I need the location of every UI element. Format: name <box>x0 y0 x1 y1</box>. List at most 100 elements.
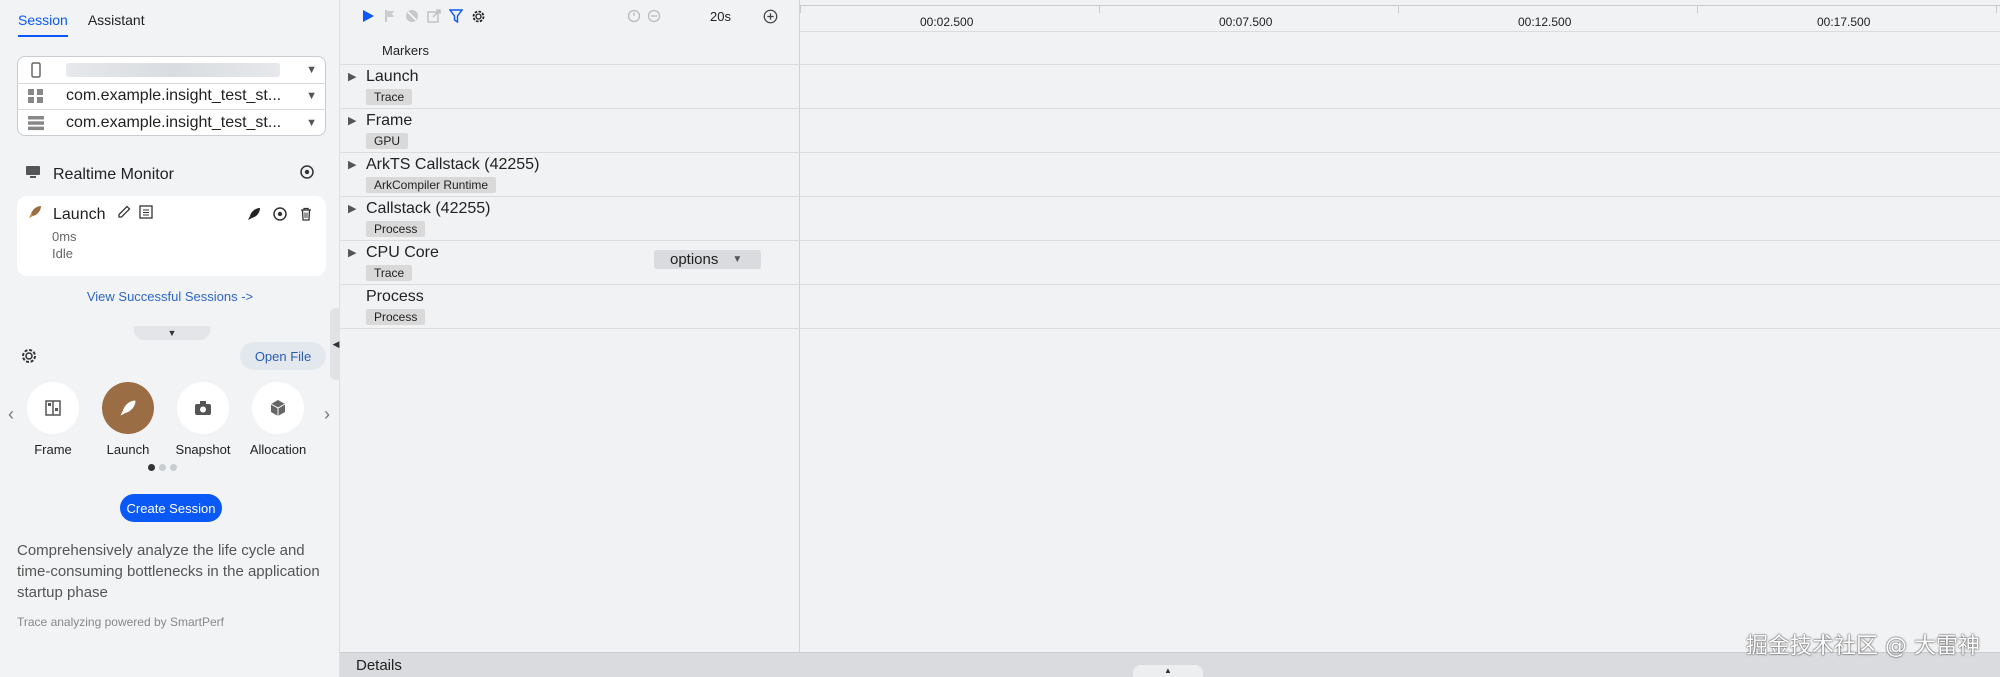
caret-left-icon: ◀ <box>332 338 340 349</box>
rocket-icon <box>27 204 43 225</box>
tool-label: Launch <box>106 442 150 457</box>
realtime-session-card[interactable]: Launch 0ms Idle <box>17 196 326 276</box>
tool-allocation[interactable]: Allocation <box>243 382 313 457</box>
ruler-tick <box>1099 5 1100 13</box>
sidebar: Session Assistant ▼ com.example.insight_… <box>0 0 342 677</box>
realtime-monitor-label: Realtime Monitor <box>53 165 174 183</box>
record-disabled-icon[interactable] <box>404 8 420 24</box>
frame-icon <box>27 382 79 434</box>
track-name: ArkTS Callstack (42255) <box>366 156 540 173</box>
filter-icon[interactable] <box>448 8 464 24</box>
ruler-tick-label: 00:12.500 <box>1518 15 1572 29</box>
open-file-button[interactable]: Open File <box>240 342 326 370</box>
zoom-in-icon[interactable] <box>762 8 778 24</box>
ruler-tick-label: 00:07.500 <box>1219 15 1273 29</box>
chevron-right-icon[interactable]: › <box>324 404 330 425</box>
process-name: com.example.insight_test_st... <box>66 114 282 132</box>
ruler-line <box>800 5 2000 6</box>
sidebar-tabs: Session Assistant <box>0 0 339 40</box>
tool-label: Allocation <box>249 442 307 457</box>
cube-icon <box>252 382 304 434</box>
markers-label: Markers <box>382 43 429 58</box>
carousel-pagination <box>148 464 177 471</box>
realtime-monitor-header: Realtime Monitor <box>25 164 315 185</box>
launch-rocket-icon[interactable] <box>246 206 262 227</box>
ruler-tick <box>800 5 801 13</box>
page-dot[interactable] <box>148 464 155 471</box>
page-dot[interactable] <box>159 464 166 471</box>
caret-up-icon: ▲ <box>1164 666 1172 675</box>
create-session-button[interactable]: Create Session <box>120 494 222 522</box>
export-icon[interactable] <box>426 8 442 24</box>
track-cpu-core[interactable]: ▶ CPU Core Trace options ▼ <box>340 241 2000 285</box>
app-select[interactable]: com.example.insight_test_st... ▼ <box>18 84 325 111</box>
tool-description: Comprehensively analyze the life cycle a… <box>17 542 320 601</box>
session-duration: 0ms <box>52 229 77 244</box>
expand-triangle-icon[interactable]: ▶ <box>348 246 356 259</box>
camera-icon <box>177 382 229 434</box>
expand-triangle-icon[interactable]: ▶ <box>348 70 356 83</box>
tool-label: Snapshot <box>175 442 231 457</box>
device-name-redacted <box>66 62 281 77</box>
details-expand-handle[interactable]: ▲ <box>1133 665 1203 677</box>
chevron-down-icon: ▼ <box>306 117 317 130</box>
chevron-down-icon: ▼ <box>306 63 317 76</box>
app-name: com.example.insight_test_st... <box>66 87 282 105</box>
details-label: Details <box>356 656 402 674</box>
track-process[interactable]: Process Process <box>340 285 2000 329</box>
track-name: CPU Core <box>366 244 439 261</box>
tool-snapshot[interactable]: Snapshot <box>168 382 238 457</box>
cpu-core-options-dropdown[interactable]: options ▼ <box>654 250 761 269</box>
process-list-icon <box>26 114 46 132</box>
zoom-level: 20s <box>710 9 731 24</box>
ruler-tick <box>1398 5 1399 13</box>
time-ruler[interactable]: 00:02.500 00:07.500 00:12.500 00:17.500 <box>800 0 2000 32</box>
edit-icon[interactable] <box>116 204 132 225</box>
zoom-out-icon[interactable] <box>646 8 662 24</box>
settings-gear-icon[interactable] <box>470 8 486 24</box>
chevron-left-icon[interactable]: ‹ <box>8 404 14 425</box>
track-launch[interactable]: ▶ Launch Trace <box>340 65 2000 109</box>
trash-icon[interactable] <box>298 206 314 227</box>
tool-frame[interactable]: Frame <box>18 382 88 457</box>
track-tag: Trace <box>366 265 413 281</box>
panel-resize-handle[interactable]: ▼ <box>134 326 210 340</box>
tool-carousel: ‹ Frame Launch Snapshot Allocation › <box>0 380 340 460</box>
list-icon[interactable] <box>138 204 154 225</box>
expand-triangle-icon[interactable]: ▶ <box>348 202 356 215</box>
track-name: Process <box>366 288 424 305</box>
device-select[interactable]: ▼ <box>18 57 325 84</box>
settings-gear-icon[interactable] <box>20 347 38 370</box>
flag-icon[interactable] <box>382 8 398 24</box>
tool-launch[interactable]: Launch <box>93 382 163 457</box>
apps-icon <box>26 87 46 105</box>
rocket-icon <box>102 382 154 434</box>
track-arkts-callstack[interactable]: ▶ ArkTS Callstack (42255) ArkCompiler Ru… <box>340 153 2000 197</box>
track-name: Frame <box>366 112 413 129</box>
main-panel: 20s Markers 00:02.500 00:07.500 00:12.50… <box>340 0 2000 677</box>
tab-session[interactable]: Session <box>18 12 68 37</box>
ruler-tick <box>1697 5 1698 13</box>
track-callstack[interactable]: ▶ Callstack (42255) Process <box>340 197 2000 241</box>
track-frame[interactable]: ▶ Frame GPU <box>340 109 2000 153</box>
page-dot[interactable] <box>170 464 177 471</box>
view-successful-sessions-link[interactable]: View Successful Sessions -> <box>0 289 340 304</box>
device-selector-group: ▼ com.example.insight_test_st... ▼ com.e… <box>17 56 326 136</box>
expand-triangle-icon[interactable]: ▶ <box>348 158 356 171</box>
caret-down-icon: ▼ <box>167 328 177 338</box>
target-icon[interactable] <box>272 206 288 227</box>
process-select[interactable]: com.example.insight_test_st... ▼ <box>18 110 325 135</box>
target-icon[interactable] <box>299 164 315 185</box>
play-icon[interactable] <box>360 8 376 24</box>
expand-triangle-icon[interactable]: ▶ <box>348 114 356 127</box>
phone-icon <box>26 61 46 79</box>
powered-by-text: Trace analyzing powered by SmartPerf <box>17 615 224 629</box>
chevron-down-icon: ▼ <box>732 254 743 265</box>
tool-label: Frame <box>34 442 72 457</box>
track-tag: GPU <box>366 133 409 149</box>
ruler-tick <box>1996 5 1997 13</box>
options-label: options <box>670 251 719 268</box>
tab-assistant[interactable]: Assistant <box>88 12 145 35</box>
reset-zoom-icon[interactable] <box>626 8 642 24</box>
track-tag: Process <box>366 221 426 237</box>
